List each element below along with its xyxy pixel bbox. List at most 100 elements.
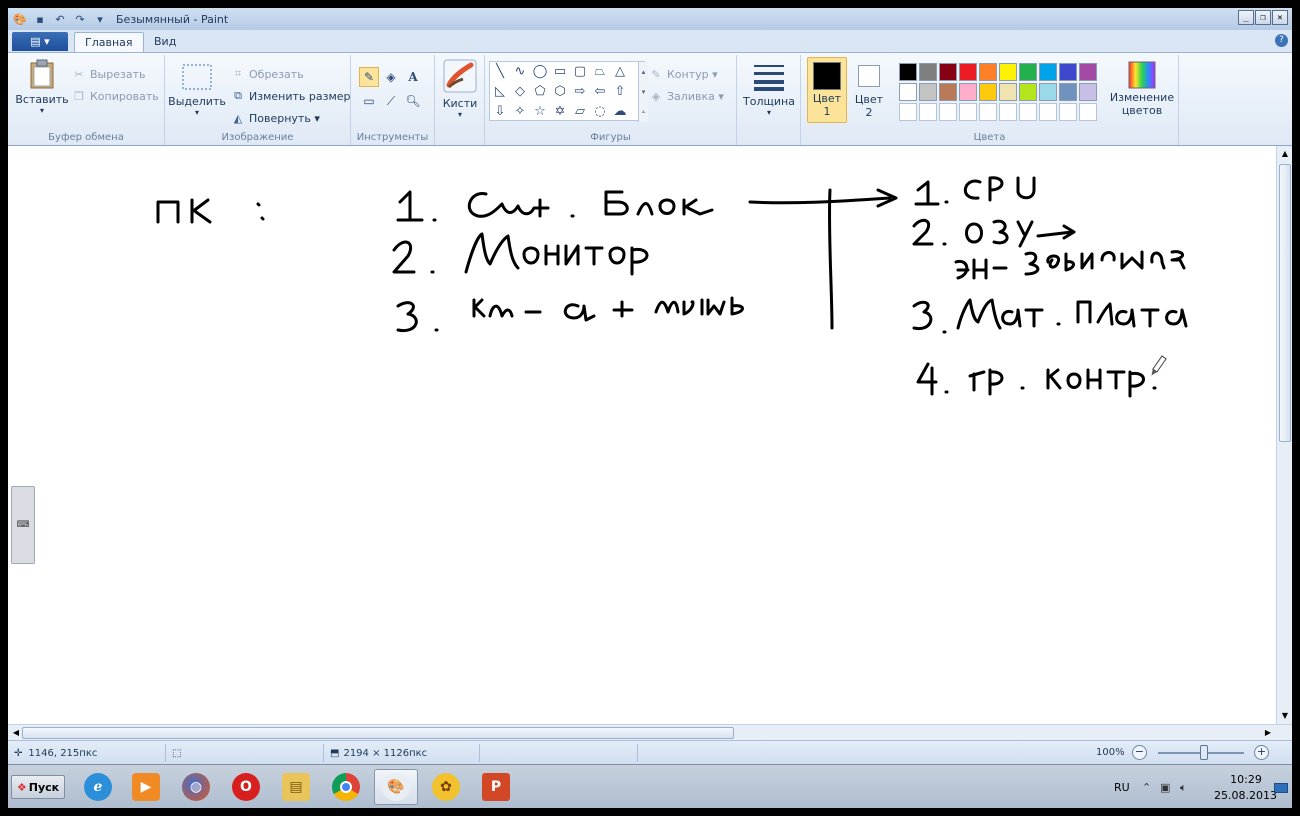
- right-triangle-shape-icon[interactable]: ◺: [490, 82, 510, 101]
- text-tool-icon[interactable]: A: [403, 67, 423, 87]
- palette-custom-slot[interactable]: [979, 103, 997, 121]
- palette-custom-slot[interactable]: [1019, 103, 1037, 121]
- save-icon[interactable]: ▪: [32, 11, 48, 27]
- four-point-star-icon[interactable]: ✧: [510, 102, 530, 121]
- polygon-shape-icon[interactable]: ⏢: [590, 62, 610, 81]
- close-button[interactable]: ✕: [1272, 10, 1288, 25]
- up-arrow-shape-icon[interactable]: ⇧: [610, 82, 630, 101]
- qat-dropdown-icon[interactable]: ▾: [92, 11, 108, 27]
- left-arrow-shape-icon[interactable]: ⇦: [590, 82, 610, 101]
- palette-color-swatch[interactable]: [979, 83, 997, 101]
- hexagon-shape-icon[interactable]: ⬡: [550, 82, 570, 101]
- copy-button[interactable]: ❐ Копировать: [72, 89, 159, 103]
- palette-custom-slot[interactable]: [1059, 103, 1077, 121]
- rounded-rect-shape-icon[interactable]: ▢: [570, 62, 590, 81]
- fill-bucket-icon[interactable]: ◈: [381, 67, 401, 87]
- palette-color-swatch[interactable]: [959, 83, 977, 101]
- palette-color-swatch[interactable]: [919, 83, 937, 101]
- cloud-callout-icon[interactable]: ☁: [610, 102, 630, 121]
- crop-button[interactable]: ⌗ Обрезать: [231, 67, 304, 81]
- five-point-star-icon[interactable]: ☆: [530, 102, 550, 121]
- fill-button[interactable]: ◈ Заливка ▾: [649, 89, 724, 103]
- palette-color-swatch[interactable]: [1019, 83, 1037, 101]
- brushes-button[interactable]: Кисти ▾: [439, 59, 481, 119]
- palette-custom-slot[interactable]: [939, 103, 957, 121]
- palette-color-swatch[interactable]: [939, 83, 957, 101]
- palette-color-swatch[interactable]: [1039, 63, 1057, 81]
- pentagon-shape-icon[interactable]: ⬠: [530, 82, 550, 101]
- select-button[interactable]: Выделить ▾: [168, 63, 226, 117]
- taskbar-icq[interactable]: ✿: [424, 769, 468, 805]
- drawing-canvas[interactable]: [12, 150, 1276, 720]
- palette-color-swatch[interactable]: [1079, 63, 1097, 81]
- palette-custom-slot[interactable]: [959, 103, 977, 121]
- palette-color-swatch[interactable]: [1039, 83, 1057, 101]
- palette-color-swatch[interactable]: [1019, 63, 1037, 81]
- outline-button[interactable]: ✎ Контур ▾: [649, 67, 717, 81]
- palette-color-swatch[interactable]: [939, 63, 957, 81]
- thickness-button[interactable]: Толщина ▾: [743, 61, 795, 117]
- app-menu-button[interactable]: ▤ ▾: [12, 32, 68, 51]
- scroll-up-icon[interactable]: ▲: [1277, 146, 1293, 162]
- color2-button[interactable]: Цвет 2: [849, 57, 889, 123]
- redo-icon[interactable]: ↷: [72, 11, 88, 27]
- rect-callout-icon[interactable]: ▱: [570, 102, 590, 121]
- network-icon[interactable]: ▣: [1160, 781, 1170, 794]
- paint-app-icon[interactable]: 🎨: [12, 11, 28, 27]
- show-desktop-button[interactable]: [1274, 783, 1288, 793]
- down-arrow-shape-icon[interactable]: ⇩: [490, 102, 510, 121]
- vertical-scrollbar[interactable]: ▲ ▼: [1276, 146, 1292, 724]
- minimize-button[interactable]: _: [1238, 10, 1254, 25]
- palette-color-swatch[interactable]: [979, 63, 997, 81]
- oval-shape-icon[interactable]: ◯: [530, 62, 550, 81]
- curve-shape-icon[interactable]: ∿: [510, 62, 530, 81]
- palette-color-swatch[interactable]: [1059, 83, 1077, 101]
- rectangle-shape-icon[interactable]: ▭: [550, 62, 570, 81]
- palette-custom-slot[interactable]: [999, 103, 1017, 121]
- tab-home[interactable]: Главная: [74, 32, 144, 52]
- clock-date[interactable]: 25.08.2013: [1214, 789, 1277, 802]
- restore-button[interactable]: ❐: [1255, 10, 1271, 25]
- palette-custom-slot[interactable]: [1039, 103, 1057, 121]
- diamond-shape-icon[interactable]: ◇: [510, 82, 530, 101]
- palette-color-swatch[interactable]: [899, 83, 917, 101]
- scroll-down-icon[interactable]: ▼: [1277, 708, 1293, 724]
- triangle-shape-icon[interactable]: △: [610, 62, 630, 81]
- color-picker-icon[interactable]: ⟋: [381, 91, 401, 111]
- paste-button[interactable]: Вставить ▾: [14, 59, 70, 115]
- shapes-gallery-scroll[interactable]: ▴ ▾ ⩡: [638, 62, 648, 122]
- palette-custom-slot[interactable]: [899, 103, 917, 121]
- six-point-star-icon[interactable]: ✡: [550, 102, 570, 121]
- undo-icon[interactable]: ↶: [52, 11, 68, 27]
- palette-custom-slot[interactable]: [919, 103, 937, 121]
- taskbar-powerpoint[interactable]: P: [474, 769, 518, 805]
- help-icon[interactable]: ?: [1275, 34, 1288, 47]
- palette-color-swatch[interactable]: [919, 63, 937, 81]
- palette-color-swatch[interactable]: [999, 63, 1017, 81]
- palette-color-swatch[interactable]: [1079, 83, 1097, 101]
- taskbar-internet-explorer[interactable]: e: [76, 769, 120, 805]
- oval-callout-icon[interactable]: ◌: [590, 102, 610, 121]
- tab-view[interactable]: Вид: [144, 32, 186, 52]
- language-indicator[interactable]: RU: [1114, 781, 1130, 794]
- palette-custom-slot[interactable]: [1079, 103, 1097, 121]
- palette-color-swatch[interactable]: [959, 63, 977, 81]
- vertical-scroll-thumb[interactable]: [1279, 164, 1291, 442]
- horizontal-scroll-thumb[interactable]: [22, 727, 734, 739]
- horizontal-scrollbar[interactable]: ◀ ▶: [8, 724, 1292, 740]
- taskbar-explorer[interactable]: ▤: [274, 769, 318, 805]
- show-hidden-icons-icon[interactable]: ⌃: [1142, 781, 1151, 794]
- pencil-tool-icon[interactable]: ✎: [359, 67, 379, 87]
- resize-button[interactable]: ⧉ Изменить размер: [231, 89, 350, 103]
- volume-icon[interactable]: 🔈︎: [1180, 781, 1187, 795]
- taskbar-opera[interactable]: O: [224, 769, 268, 805]
- zoom-in-button[interactable]: +: [1254, 745, 1269, 760]
- edit-colors-button[interactable]: Изменение цветов: [1107, 61, 1177, 117]
- taskbar-firefox[interactable]: ◍: [174, 769, 218, 805]
- taskbar-chrome[interactable]: [324, 769, 368, 805]
- keyboard-toggle-icon[interactable]: ⌨: [11, 486, 35, 564]
- taskbar-media-player[interactable]: ▶: [124, 769, 168, 805]
- zoom-slider-thumb[interactable]: [1200, 745, 1208, 760]
- magnifier-icon[interactable]: 🔍︎: [403, 91, 423, 111]
- eraser-icon[interactable]: ▭: [359, 91, 379, 111]
